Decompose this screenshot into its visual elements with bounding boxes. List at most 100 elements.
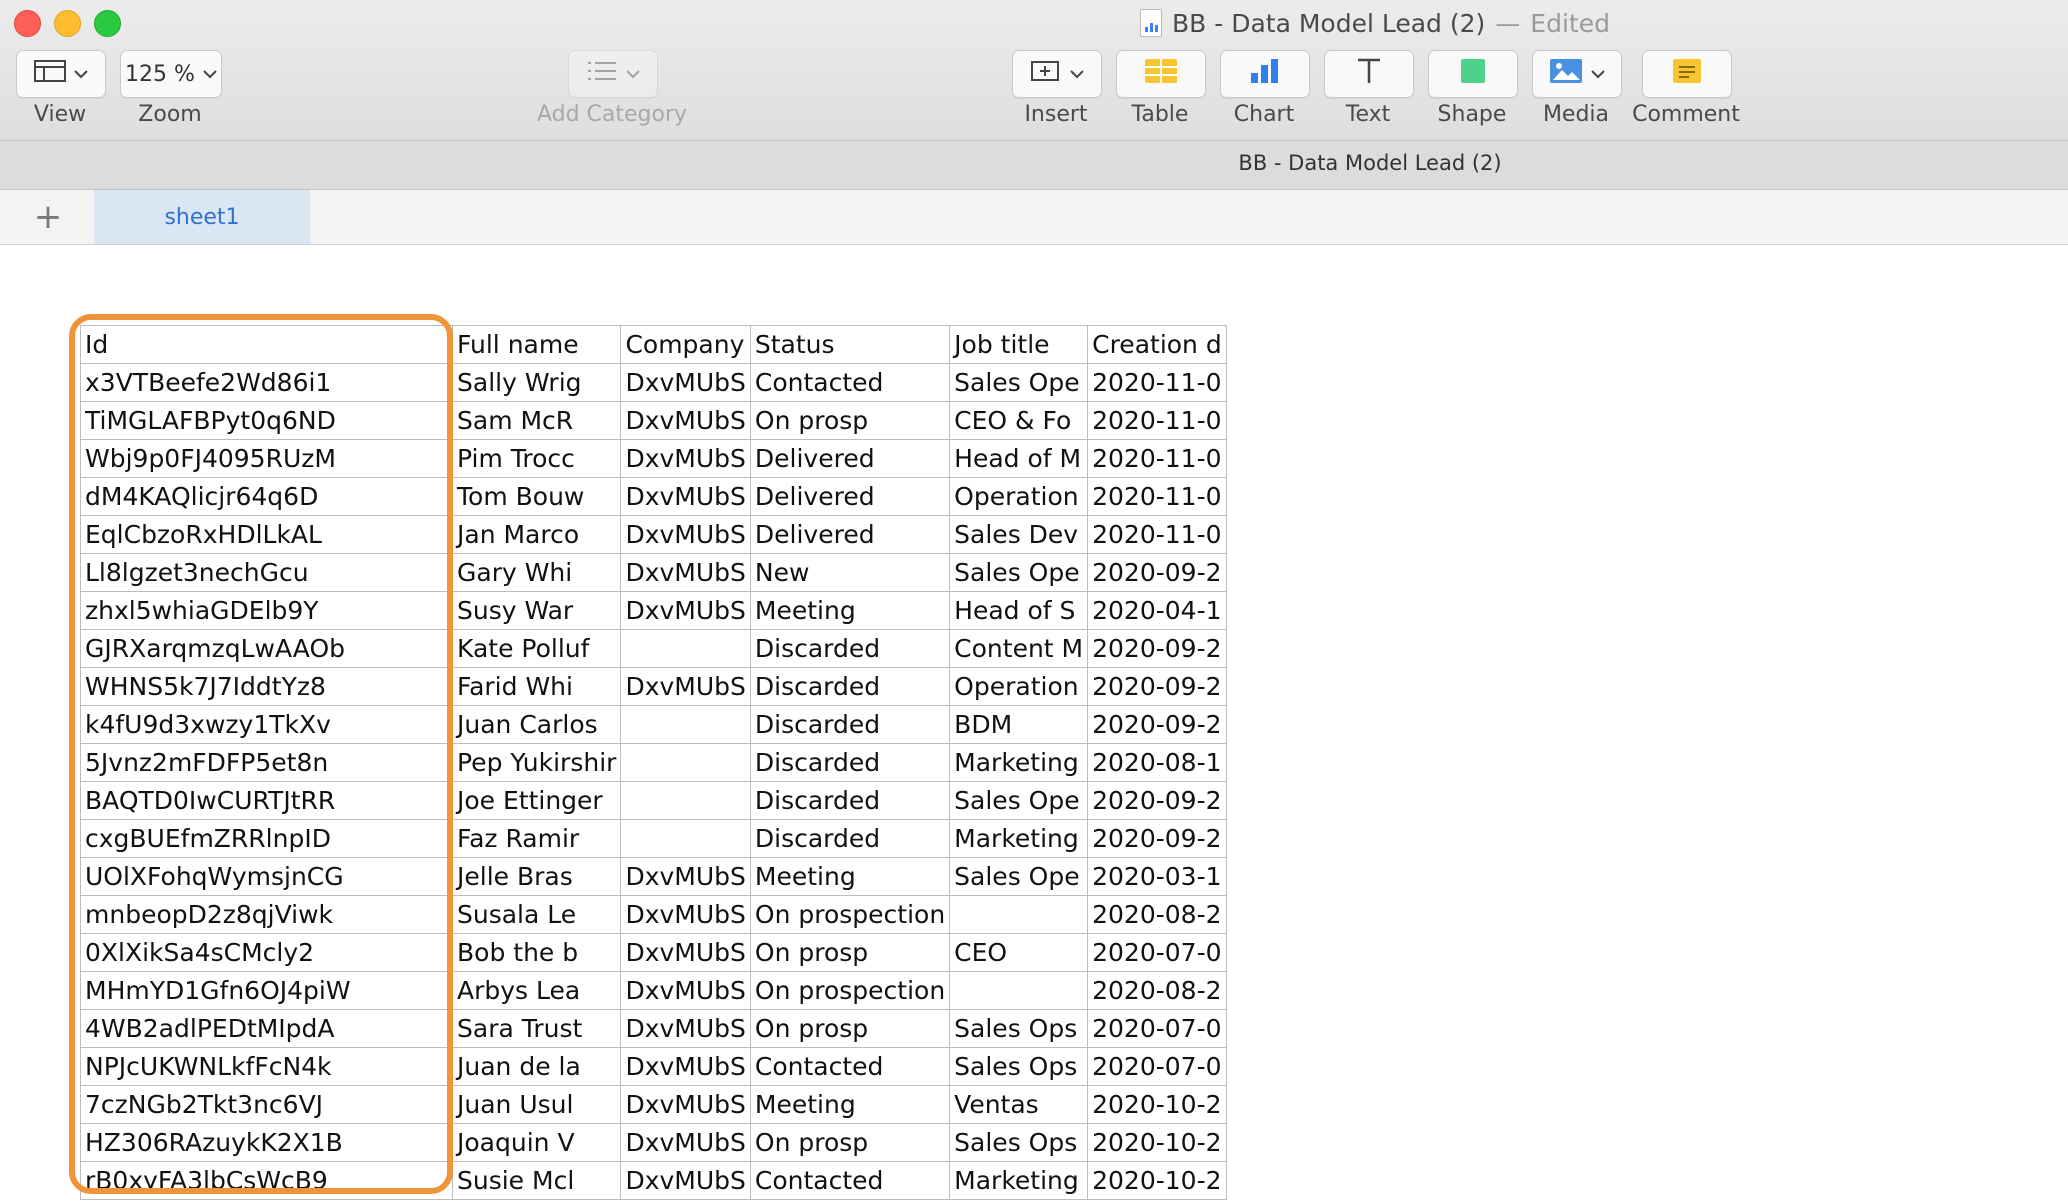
add-category-button[interactable] (568, 50, 658, 98)
cell-status[interactable]: Discarded (749, 781, 951, 820)
table-button[interactable] (1116, 50, 1206, 98)
cell-job-title[interactable] (949, 895, 1089, 934)
cell-status[interactable]: New (749, 553, 951, 592)
cell-id[interactable]: HZ306RAzuykK2X1B (80, 1123, 453, 1162)
cell-full-name[interactable]: Gary Whi (451, 553, 622, 592)
cell-creation-date[interactable]: 2020-09-2 (1087, 667, 1227, 706)
cell-full-name[interactable]: Arbys Lea (451, 971, 622, 1010)
cell-id[interactable]: mnbeopD2z8qjViwk (80, 895, 453, 934)
header-cell-company[interactable]: Company (620, 325, 751, 364)
cell-status[interactable]: Contacted (749, 1047, 951, 1086)
cell-creation-date[interactable]: 2020-11-0 (1087, 477, 1227, 516)
add-sheet-button[interactable]: + (28, 198, 68, 238)
cell-id[interactable]: TiMGLAFBPyt0q6ND (80, 401, 453, 440)
cell-creation-date[interactable]: 2020-07-0 (1087, 1009, 1227, 1048)
header-cell-status[interactable]: Status (749, 325, 951, 364)
cell-job-title[interactable]: Sales Ope (949, 363, 1089, 402)
cell-job-title[interactable]: Ventas (949, 1085, 1089, 1124)
zoom-select[interactable]: 125 % (120, 50, 222, 98)
cell-company[interactable]: DxvMUbS (620, 971, 751, 1010)
cell-creation-date[interactable]: 2020-10-2 (1087, 1085, 1227, 1124)
cell-company[interactable] (620, 743, 751, 782)
cell-job-title[interactable]: Sales Ope (949, 553, 1089, 592)
cell-job-title[interactable]: Head of M (949, 439, 1089, 478)
cell-creation-date[interactable]: 2020-10-2 (1087, 1123, 1227, 1162)
cell-company[interactable]: DxvMUbS (620, 1085, 751, 1124)
cell-status[interactable]: Meeting (749, 1085, 951, 1124)
cell-full-name[interactable]: Susala Le (451, 895, 622, 934)
cell-id[interactable]: Wbj9p0FJ4095RUzM (80, 439, 453, 478)
cell-full-name[interactable]: Juan Carlos (451, 705, 622, 744)
cell-job-title[interactable]: Head of S (949, 591, 1089, 630)
text-button[interactable] (1324, 50, 1414, 98)
comment-button[interactable] (1642, 50, 1732, 98)
cell-id[interactable]: EqlCbzoRxHDlLkAL (80, 515, 453, 554)
cell-id[interactable]: dM4KAQlicjr64q6D (80, 477, 453, 516)
cell-creation-date[interactable]: 2020-07-0 (1087, 1047, 1227, 1086)
cell-status[interactable]: On prospection (749, 895, 951, 934)
cell-job-title[interactable]: Operation (949, 477, 1089, 516)
cell-creation-date[interactable]: 2020-10-2 (1087, 1161, 1227, 1200)
cell-job-title[interactable]: Marketing (949, 743, 1089, 782)
cell-company[interactable]: DxvMUbS (620, 515, 751, 554)
header-cell-job-title[interactable]: Job title (949, 325, 1089, 364)
cell-company[interactable]: DxvMUbS (620, 667, 751, 706)
cell-creation-date[interactable]: 2020-11-0 (1087, 401, 1227, 440)
cell-status[interactable]: Delivered (749, 515, 951, 554)
cell-full-name[interactable]: Joe Ettinger (451, 781, 622, 820)
cell-company[interactable]: DxvMUbS (620, 439, 751, 478)
cell-company[interactable]: DxvMUbS (620, 933, 751, 972)
cell-full-name[interactable]: Kate Polluf (451, 629, 622, 668)
cell-id[interactable]: WHNS5k7J7IddtYz8 (80, 667, 453, 706)
cell-job-title[interactable]: BDM (949, 705, 1089, 744)
cell-company[interactable]: DxvMUbS (620, 1123, 751, 1162)
cell-job-title[interactable] (949, 971, 1089, 1010)
cell-status[interactable]: Contacted (749, 1161, 951, 1200)
cell-creation-date[interactable]: 2020-09-2 (1087, 781, 1227, 820)
cell-creation-date[interactable]: 2020-11-0 (1087, 439, 1227, 478)
cell-creation-date[interactable]: 2020-09-2 (1087, 819, 1227, 858)
cell-status[interactable]: On prospection (749, 971, 951, 1010)
data-table[interactable]: Id Full name Company Status Job title Creatio… (80, 325, 1227, 1200)
cell-full-name[interactable]: Susy War (451, 591, 622, 630)
tab-sheet1[interactable]: sheet1 (94, 190, 310, 244)
cell-company[interactable]: DxvMUbS (620, 857, 751, 896)
cell-company[interactable] (620, 629, 751, 668)
cell-id[interactable]: 7czNGb2Tkt3nc6VJ (80, 1085, 453, 1124)
cell-job-title[interactable]: Sales Ope (949, 857, 1089, 896)
cell-creation-date[interactable]: 2020-11-0 (1087, 515, 1227, 554)
cell-creation-date[interactable]: 2020-09-2 (1087, 629, 1227, 668)
cell-id[interactable]: k4fU9d3xwzy1TkXv (80, 705, 453, 744)
zoom-window-button[interactable] (94, 10, 121, 37)
cell-id[interactable]: 5Jvnz2mFDFP5et8n (80, 743, 453, 782)
cell-id[interactable]: Ll8lgzet3nechGcu (80, 553, 453, 592)
cell-full-name[interactable]: Sara Trust (451, 1009, 622, 1048)
header-cell-full-name[interactable]: Full name (451, 325, 622, 364)
cell-company[interactable]: DxvMUbS (620, 553, 751, 592)
cell-full-name[interactable]: Pim Trocc (451, 439, 622, 478)
cell-company[interactable] (620, 705, 751, 744)
cell-job-title[interactable]: Sales Ope (949, 781, 1089, 820)
cell-id[interactable]: 4WB2adlPEDtMIpdA (80, 1009, 453, 1048)
cell-status[interactable]: Meeting (749, 857, 951, 896)
cell-job-title[interactable]: CEO (949, 933, 1089, 972)
cell-creation-date[interactable]: 2020-08-1 (1087, 743, 1227, 782)
cell-company[interactable]: DxvMUbS (620, 401, 751, 440)
cell-full-name[interactable]: Juan de la (451, 1047, 622, 1086)
cell-status[interactable]: Discarded (749, 705, 951, 744)
shape-button[interactable] (1428, 50, 1518, 98)
cell-status[interactable]: Contacted (749, 363, 951, 402)
cell-full-name[interactable]: Bob the b (451, 933, 622, 972)
minimize-window-button[interactable] (54, 10, 81, 37)
cell-status[interactable]: On prosp (749, 1123, 951, 1162)
cell-creation-date[interactable]: 2020-09-2 (1087, 705, 1227, 744)
cell-status[interactable]: Delivered (749, 477, 951, 516)
cell-creation-date[interactable]: 2020-08-2 (1087, 971, 1227, 1010)
cell-job-title[interactable]: Sales Ops (949, 1009, 1089, 1048)
cell-company[interactable]: DxvMUbS (620, 591, 751, 630)
cell-status[interactable]: Discarded (749, 819, 951, 858)
cell-creation-date[interactable]: 2020-09-2 (1087, 553, 1227, 592)
cell-creation-date[interactable]: 2020-03-1 (1087, 857, 1227, 896)
close-window-button[interactable] (14, 10, 41, 37)
cell-company[interactable]: DxvMUbS (620, 1161, 751, 1200)
